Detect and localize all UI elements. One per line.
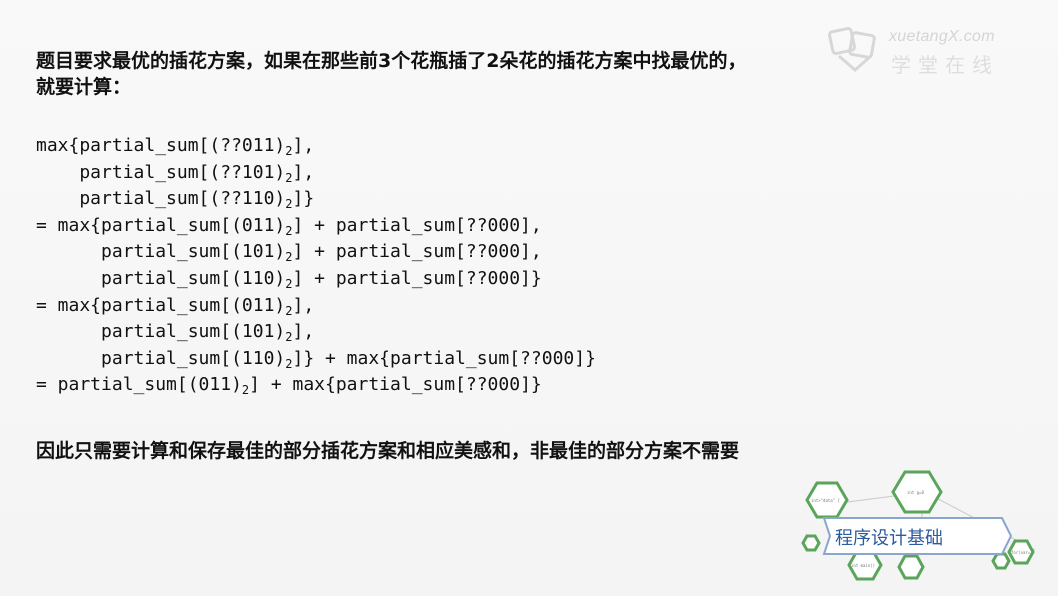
watermark-brand-cn: 学堂在线 (891, 53, 999, 77)
hexagon-shape (991, 552, 1011, 570)
intro-text: 题目要求最优的插花方案，如果在那些前3个花瓶插了2朵花的插花方案中找最优的， 就… (36, 48, 896, 100)
formula-line: = partial_sum[(011)2] + max{partial_sum[… (36, 372, 596, 399)
formula-text: = partial_sum[(011) (36, 374, 242, 396)
formula-line: partial_sum[(101)2] + partial_sum[??000]… (36, 239, 596, 266)
formula-line: partial_sum[(??110)2]} (36, 186, 596, 213)
formula-line: = max{partial_sum[(011)2], (36, 293, 596, 320)
formula-line: partial_sum[(110)2] + partial_sum[??000]… (36, 266, 596, 293)
formula-text: partial_sum[(110) (36, 267, 286, 289)
hexagon-shape (801, 534, 821, 552)
formula-line: max{partial_sum[(??011)2], (36, 133, 596, 160)
conclusion-text: 因此只需要计算和保存最佳的部分插花方案和相应美感和，非最佳的部分方案不需要 (36, 440, 740, 462)
hex-label: int main() (851, 563, 875, 568)
hex-label: int g=0 (907, 490, 924, 495)
formula-text: ]} (292, 188, 315, 210)
course-badge-label: 程序设计基础 (835, 528, 943, 549)
formula-line: partial_sum[(??101)2], (36, 160, 596, 187)
hex-label: int>"data" { (811, 498, 840, 503)
formula-text: ], (292, 321, 315, 343)
formula-text: partial_sum[(101) (36, 321, 286, 343)
formula-text: = max{partial_sum[(011) (36, 214, 286, 236)
hex-label: for(var= (1011, 550, 1031, 555)
formula-line: partial_sum[(101)2], (36, 319, 596, 346)
formula-text: max{partial_sum[(??011) (36, 135, 286, 156)
formula-text: = max{partial_sum[(011) (36, 294, 286, 316)
formula-text: ] + partial_sum[??000]} (292, 267, 542, 289)
formula-text: partial_sum[(??101) (36, 161, 286, 183)
formula-text: partial_sum[(101) (36, 241, 286, 263)
formula-text: ] + partial_sum[??000], (292, 241, 542, 263)
formula-text: ]} + max{partial_sum[??000]} (292, 347, 596, 369)
slide: xuetangX.com 学堂在线 题目要求最优的插花方案，如果在那些前3个花瓶… (0, 0, 1058, 596)
formula-text: ], (292, 294, 315, 316)
hexagon-shape (897, 554, 925, 580)
intro-line-1: 题目要求最优的插花方案，如果在那些前3个花瓶插了2朵花的插花方案中找最优的， (36, 50, 747, 72)
formula-text: partial_sum[(110) (36, 347, 286, 369)
watermark-brand-en: xuetangX.com (889, 28, 995, 45)
formula-text: ] + partial_sum[??000], (292, 214, 542, 236)
formula-text: ], (292, 161, 315, 183)
intro-line-2: 就要计算： (36, 76, 132, 98)
formula-line: = max{partial_sum[(011)2] + partial_sum[… (36, 213, 596, 240)
formula-text: partial_sum[(??110) (36, 188, 286, 210)
formula-text: ], (292, 135, 315, 156)
formula-line: partial_sum[(110)2]} + max{partial_sum[?… (36, 346, 596, 373)
formula-block: max{partial_sum[(??011)2], partial_sum[(… (36, 133, 596, 399)
formula-text: ] + max{partial_sum[??000]} (249, 374, 542, 396)
